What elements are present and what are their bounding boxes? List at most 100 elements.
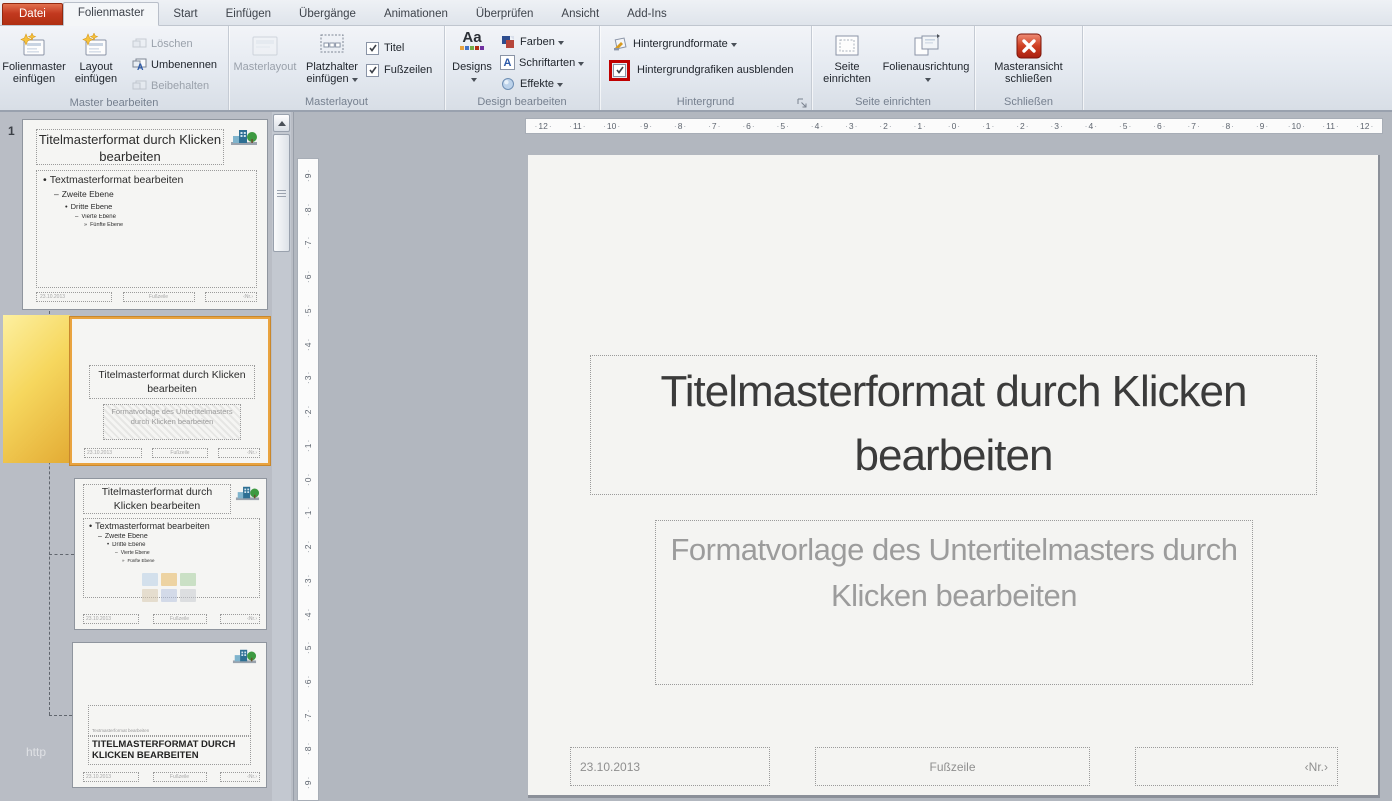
dropdown-arrow-icon xyxy=(471,78,477,82)
thumb-title-placeholder: Titelmasterformat durch Klicken bearbeit… xyxy=(83,484,231,514)
layout-insert-icon xyxy=(80,31,112,61)
subtitle-placeholder[interactable]: Formatvorlage des Untertitelmasters durc… xyxy=(655,520,1253,685)
master-layout-icon xyxy=(250,31,280,61)
ribbon-empty-space xyxy=(1083,26,1392,110)
scrollbar-up-arrow[interactable] xyxy=(273,114,290,132)
thumb-text-placeholder: Textmasterformat bearbeiten xyxy=(88,705,251,736)
dropdown-arrow-icon xyxy=(925,78,931,82)
themes-button[interactable]: Aa Designs xyxy=(448,27,496,93)
master-slide-index: 1 xyxy=(8,124,15,138)
vertical-ruler: 9876543210123456789 xyxy=(297,158,319,801)
dialog-launcher-icon[interactable] xyxy=(797,96,809,108)
delete-slide-icon xyxy=(131,36,147,52)
slide-number-placeholder[interactable]: ‹Nr.› xyxy=(1135,747,1338,786)
insert-layout-button[interactable]: Layout einfügen xyxy=(65,27,127,93)
theme-colors-button[interactable]: Farben xyxy=(496,31,588,52)
page-setup-icon xyxy=(832,31,862,61)
group-schliessen: Masteransicht schließen Schließen xyxy=(975,26,1083,110)
preserve-button: Beibehalten xyxy=(127,75,221,96)
thumb-title-placeholder: Titelmasterformat durch Klicken bearbeit… xyxy=(36,129,224,165)
thumb-date-placeholder: 23.10.2013 xyxy=(83,772,139,782)
tab-start[interactable]: Start xyxy=(159,4,211,25)
slide-thumbnail-pane: 1 Titelmasterformat durch Klicken bearbe… xyxy=(0,112,294,801)
thumb-footer-row: 23.10.2013 Fußzeile ‹Nr.› xyxy=(83,614,260,624)
theme-colors-icon xyxy=(500,34,516,50)
slide-master-insert-icon xyxy=(18,31,50,61)
slide-orientation-icon xyxy=(910,31,942,61)
dropdown-arrow-icon xyxy=(558,41,564,45)
title-placeholder[interactable]: Titelmasterformat durch Klicken bearbeit… xyxy=(590,355,1317,495)
tab-animationen[interactable]: Animationen xyxy=(370,4,462,25)
theme-fonts-button[interactable]: A Schriftarten xyxy=(496,52,588,73)
slide-editing-area[interactable]: Titelmasterformat durch Klicken bearbeit… xyxy=(528,155,1380,798)
dropdown-arrow-icon xyxy=(352,78,358,82)
layout-tree-connector xyxy=(49,715,72,716)
group-label: Hintergrund xyxy=(603,94,808,110)
theme-effects-icon xyxy=(500,76,516,92)
insert-placeholder-button[interactable]: Platzhalter einfügen xyxy=(298,27,366,93)
workspace: 1 Titelmasterformat durch Klicken bearbe… xyxy=(0,112,1392,801)
title-checkbox-row[interactable]: Titel xyxy=(366,37,432,59)
thumb-date-placeholder: 23.10.2013 xyxy=(84,448,142,458)
tab-ueberpruefen[interactable]: Überprüfen xyxy=(462,4,548,25)
background-styles-button[interactable]: Hintergrundformate xyxy=(609,33,741,54)
thumbnail-section-header-layout[interactable]: Textmasterformat bearbeiten TITELMASTERF… xyxy=(72,642,267,788)
hide-background-graphics-row[interactable]: Hintergrundgrafiken ausblenden xyxy=(609,59,794,81)
group-master-bearbeiten: Folienmaster einfügen Layout einfügen Lö… xyxy=(0,26,229,110)
content-placeholder-icons xyxy=(142,573,196,602)
group-label: Master bearbeiten xyxy=(3,96,225,110)
selected-row-highlight xyxy=(3,315,70,463)
highlight-annotation xyxy=(609,60,630,81)
thumb-subtitle-placeholder: Formatvorlage des Untertitelmasters durc… xyxy=(103,404,241,440)
page-setup-button[interactable]: Seite einrichten xyxy=(816,27,878,93)
powerpoint-window: Datei Folienmaster Start Einfügen Übergä… xyxy=(0,0,1392,801)
thumbnail-pane-scrollbar[interactable] xyxy=(272,112,291,801)
thumb-footer-placeholder: Fußzeile xyxy=(123,292,195,302)
layout-tree-connector xyxy=(49,554,74,555)
scrollbar-thumb[interactable] xyxy=(273,134,290,252)
title-checkbox[interactable] xyxy=(366,42,379,55)
rename-button[interactable]: A Umbenennen xyxy=(127,54,221,75)
group-label: Seite einrichten xyxy=(815,94,971,110)
thumbnail-title-slide-layout[interactable]: Titelmasterformat durch Klicken bearbeit… xyxy=(70,317,270,465)
rename-slide-icon: A xyxy=(131,57,147,73)
tab-folienmaster[interactable]: Folienmaster xyxy=(63,2,159,26)
tab-ansicht[interactable]: Ansicht xyxy=(547,4,613,25)
dropdown-arrow-icon xyxy=(578,62,584,66)
tab-einfuegen[interactable]: Einfügen xyxy=(212,4,285,25)
company-logo-icon xyxy=(231,648,258,669)
master-layout-button: Masterlayout xyxy=(232,27,298,93)
theme-fonts-icon: A xyxy=(500,55,515,70)
group-hintergrund: Hintergrundformate Hintergrundgrafiken a… xyxy=(600,26,812,110)
theme-effects-button[interactable]: Effekte xyxy=(496,73,588,94)
close-master-view-button[interactable]: Masteransicht schließen xyxy=(984,27,1074,93)
group-label: Masterlayout xyxy=(232,94,441,110)
thumb-footer-placeholder: Fußzeile xyxy=(152,448,208,458)
thumbnail-slide-master[interactable]: Titelmasterformat durch Klicken bearbeit… xyxy=(22,119,268,310)
company-logo-icon xyxy=(229,128,259,151)
svg-text:A: A xyxy=(137,62,144,71)
footers-checkbox[interactable] xyxy=(366,64,379,77)
footer-placeholder[interactable]: Fußzeile xyxy=(815,747,1090,786)
slide-orientation-button[interactable]: Folienausrichtung xyxy=(882,27,970,93)
ribbon: Folienmaster einfügen Layout einfügen Lö… xyxy=(0,26,1392,112)
thumb-footer-row: 23.10.2013 Fußzeile ‹Nr.› xyxy=(36,292,257,302)
thumb-number-placeholder: ‹Nr.› xyxy=(220,614,260,624)
group-masterlayout: Masterlayout Platzhalter einfügen Titel xyxy=(229,26,445,110)
hide-background-graphics-checkbox[interactable] xyxy=(613,64,626,77)
tab-uebergaenge[interactable]: Übergänge xyxy=(285,4,370,25)
date-placeholder[interactable]: 23.10.2013 xyxy=(570,747,770,786)
thumbnail-title-content-layout[interactable]: Titelmasterformat durch Klicken bearbeit… xyxy=(74,478,267,630)
group-label: Schließen xyxy=(978,94,1079,110)
footers-checkbox-row[interactable]: Fußzeilen xyxy=(366,59,432,81)
insert-slide-master-button[interactable]: Folienmaster einfügen xyxy=(3,27,65,93)
tab-datei[interactable]: Datei xyxy=(2,3,63,25)
vertical-ruler-column: 9876543210123456789 xyxy=(294,112,322,801)
tab-addins[interactable]: Add-Ins xyxy=(613,4,681,25)
background-styles-icon xyxy=(613,36,629,52)
thumb-number-placeholder: ‹Nr.› xyxy=(205,292,257,302)
group-label: Design bearbeiten xyxy=(448,94,596,110)
company-logo-icon xyxy=(234,485,261,506)
thumb-body-placeholder: •Textmasterformat bearbeiten –Zweite Ebe… xyxy=(83,518,260,598)
slide-canvas: 1211109876543210123456789101112 Titelmas… xyxy=(322,112,1392,801)
